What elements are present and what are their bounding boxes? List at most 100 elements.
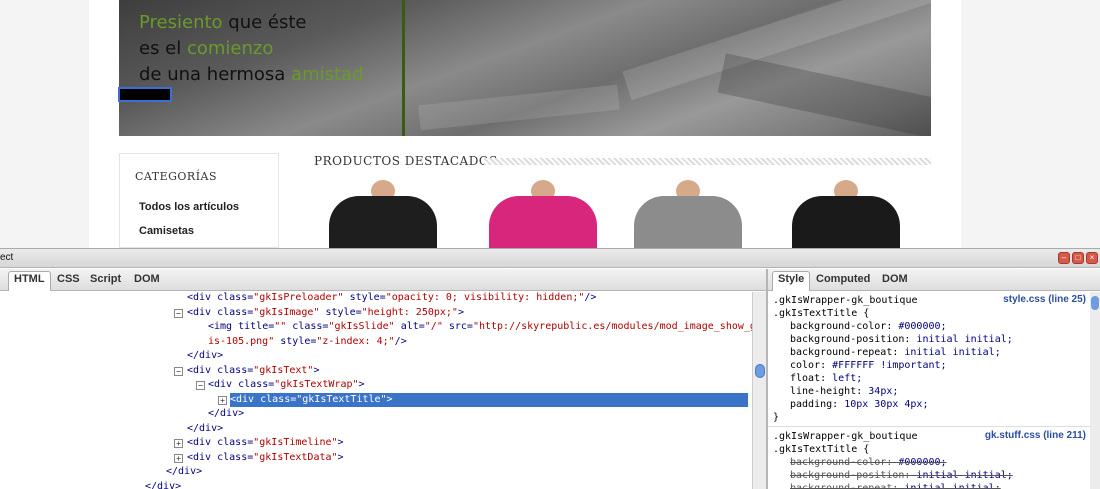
html-token: > [458,307,464,318]
html-token: > [387,394,393,405]
html-token: "http://skyrepublic.es/modules/mod_image… [473,321,752,332]
css-property-value: #000000; [898,321,946,332]
html-token: > [338,437,344,448]
product-card[interactable] [483,178,603,248]
product-image-garment [634,196,742,248]
css-property-value: initial initial; [904,483,1000,489]
expand-node-icon[interactable]: + [174,454,183,463]
featured-title-decoration [484,158,931,165]
html-node-line[interactable]: <img title="" class="gkIsSlide" alt="/" … [208,320,752,334]
html-token: > [338,452,344,463]
html-node-line[interactable]: <div class="gkIsTextWrap"> [208,378,365,392]
tab-script[interactable]: Script [85,272,126,286]
product-card[interactable] [628,178,748,248]
css-property[interactable]: line-height: 34px; [790,385,898,398]
html-node-line[interactable]: </div> [187,349,223,363]
css-property[interactable]: color: #FFFFFF !important; [790,359,947,372]
categories-title: CATEGORÍAS [135,170,217,183]
css-property-name: background-repeat: [790,483,904,489]
html-node-line[interactable]: <div class="gkIsImage" style="height: 25… [187,306,464,320]
tab-dom[interactable]: DOM [129,272,165,286]
html-token: <div [187,307,217,318]
html-token: </div> [166,466,202,477]
collapse-node-icon[interactable]: − [196,381,205,390]
html-token: "gkIsTextWrap" [274,379,358,390]
firebug-main-tabbar: HTML CSS Script DOM [0,269,766,291]
html-token: "gkIsTextTitle" [296,394,386,405]
product-image-garment [489,196,597,248]
css-property-value: initial initial; [904,347,1000,358]
expand-node-icon[interactable]: + [218,396,227,405]
maximize-icon[interactable]: □ [1072,252,1084,264]
slide-text-fragment: de una hermosa [139,64,291,85]
css-property[interactable]: background-color: #000000; [790,320,947,333]
tab-style[interactable]: Style [772,271,810,291]
html-token: > [313,365,319,376]
product-card[interactable] [323,178,443,248]
minimize-icon[interactable]: – [1058,252,1070,264]
css-property[interactable]: background-color: #000000; [790,456,947,469]
css-property[interactable]: background-repeat: initial initial; [790,346,1001,359]
product-card[interactable] [786,178,906,248]
html-token: </div> [187,423,223,434]
css-property[interactable]: background-position: initial initial; [790,333,1013,346]
tab-side-dom[interactable]: DOM [877,272,913,286]
scrollbar-thumb[interactable] [1091,296,1099,310]
css-property[interactable]: background-position: initial initial; [790,469,1013,482]
html-node-line[interactable]: <div class="gkIsPreloader" style="opacit… [187,292,596,305]
css-selector[interactable]: .gkIsTextTitle { [773,443,869,456]
firebug-titlebar: ect – □ × [0,249,1100,268]
rule-source-link[interactable]: gk.stuff.css (line 211) [985,430,1086,441]
html-token: class= [217,307,253,318]
html-node-line[interactable]: <div class="gkIsTimeline"> [187,436,344,450]
browser-viewport: Presiento que éste es el comienzo de una… [0,0,1100,248]
category-link-camisetas[interactable]: Camisetas [139,225,194,237]
css-selector[interactable]: .gkIsWrapper-gk_boutique [773,294,918,307]
html-node-line[interactable]: </div> [166,465,202,479]
html-token: "gkIsSlide" [328,321,394,332]
html-node-line[interactable]: </div> [208,407,244,421]
css-property-name: background-position: [790,470,916,481]
html-token: <div [208,379,238,390]
featured-products-title: PRODUCTOS DESTACADOS [314,154,498,168]
tab-html[interactable]: HTML [8,271,51,291]
html-token: title= [238,321,274,332]
css-property-value: 10px 30px 4px; [844,399,928,410]
tab-css[interactable]: CSS [52,272,85,286]
html-token: /> [584,292,596,303]
html-token: <img [208,321,238,332]
css-property-value: left; [832,373,862,384]
css-property-value: initial initial; [916,470,1012,481]
tab-computed[interactable]: Computed [811,272,875,286]
css-selector[interactable]: .gkIsTextTitle { [773,307,869,320]
close-icon[interactable]: × [1086,252,1098,264]
scrollbar-thumb[interactable] [755,364,765,378]
html-token: class= [286,321,328,332]
html-token: class= [217,437,253,448]
html-pane-scrollbar[interactable] [752,292,766,489]
html-token: <div [230,394,260,405]
html-token: "gkIsText" [253,365,313,376]
css-property-name: background-color: [790,457,898,468]
style-pane-scrollbar[interactable] [1090,292,1100,489]
html-token: class= [217,452,253,463]
html-node-line[interactable]: <div class="gkIsTextData"> [187,451,344,465]
expand-node-icon[interactable]: + [174,439,183,448]
slide-text-fragment: es el [139,38,187,59]
html-node-selected[interactable]: <div class="gkIsTextTitle"> [230,393,748,407]
html-token: style= [319,307,361,318]
html-node-line[interactable]: is-105.png" style="z-index: 4;"/> [208,335,407,349]
collapse-node-icon[interactable]: − [174,367,183,376]
html-node-line[interactable]: <div class="gkIsText"> [187,364,319,378]
rule-source-link[interactable]: style.css (line 25) [1003,294,1086,305]
css-property-name: color: [790,360,832,371]
html-token: class= [217,292,253,303]
slide-word-amistad: amistad [291,64,363,85]
html-node-line[interactable]: </div> [187,422,223,436]
category-link-all[interactable]: Todos los artículos [139,201,239,213]
css-property[interactable]: padding: 10px 30px 4px; [790,398,928,411]
collapse-node-icon[interactable]: − [174,309,183,318]
css-selector[interactable]: .gkIsWrapper-gk_boutique [773,430,918,443]
html-token: class= [238,379,274,390]
css-property[interactable]: float: left; [790,372,862,385]
